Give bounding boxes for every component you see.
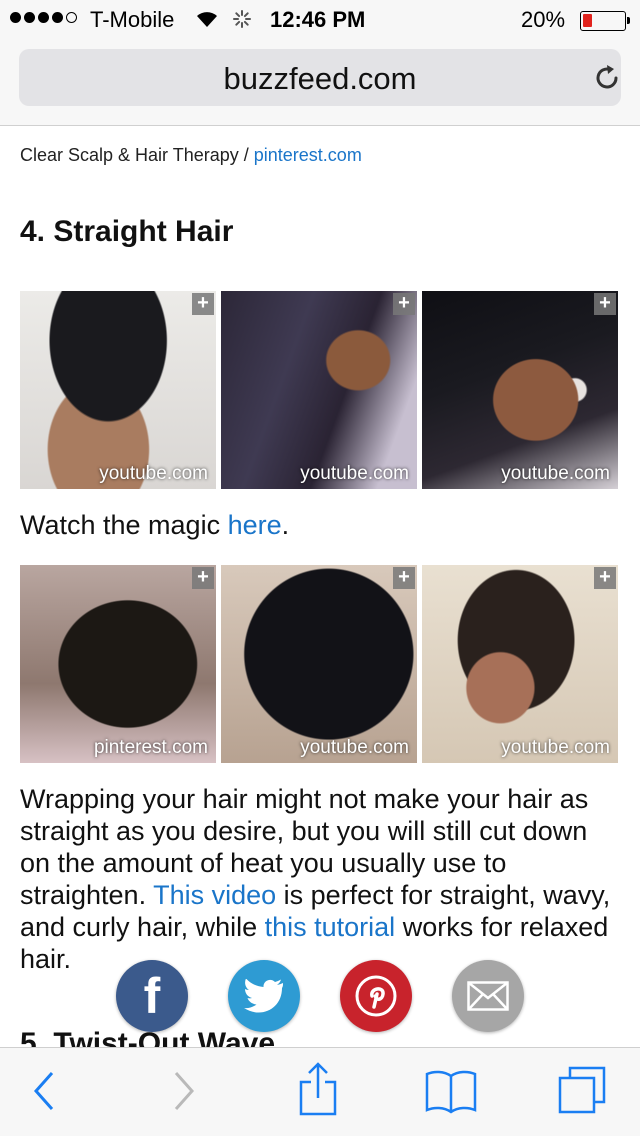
facebook-share-button[interactable]: f — [116, 960, 188, 1032]
this-tutorial-link[interactable]: this tutorial — [265, 912, 396, 942]
carrier-name: T-Mobile — [90, 7, 175, 32]
share-icon[interactable] — [298, 1062, 338, 1116]
image-source: youtube.com — [99, 463, 208, 484]
watch-line: Watch the magic here. — [20, 510, 290, 540]
url-text[interactable]: buzzfeed.com — [19, 61, 621, 97]
image-source: pinterest.com — [93, 737, 208, 758]
twitter-icon — [244, 979, 283, 1013]
here-link[interactable]: here — [228, 510, 282, 540]
image-row-1: + youtube.com + youtube.com + youtube.co… — [20, 291, 620, 489]
facebook-icon: f — [143, 968, 161, 1024]
bookmarks-icon[interactable] — [424, 1068, 478, 1114]
clock: 12:46 PM — [270, 7, 366, 32]
add-icon[interactable]: + — [393, 293, 415, 315]
image-source: youtube.com — [501, 463, 610, 484]
pinterest-icon — [355, 975, 397, 1017]
image-tile[interactable]: + pinterest.com — [20, 565, 216, 763]
this-video-link[interactable]: This video — [153, 880, 276, 910]
image-source: youtube.com — [300, 737, 409, 758]
wifi-icon — [197, 12, 217, 27]
twitter-share-button[interactable] — [228, 960, 300, 1032]
image-tile[interactable]: + youtube.com — [422, 291, 618, 489]
reload-icon[interactable] — [592, 63, 622, 93]
status-bar: T-Mobile 12:46 PM 20% — [0, 0, 640, 40]
image-tile[interactable]: + youtube.com — [221, 291, 417, 489]
browser-nav-bar: buzzfeed.com — [0, 40, 640, 126]
add-icon[interactable]: + — [192, 567, 214, 589]
back-icon[interactable] — [32, 1070, 56, 1112]
signal-strength-icon — [10, 12, 77, 23]
tabs-icon[interactable] — [556, 1064, 608, 1116]
address-bar[interactable]: buzzfeed.com — [19, 49, 621, 106]
image-tile[interactable]: + youtube.com — [221, 565, 417, 763]
forward-icon[interactable] — [172, 1070, 196, 1112]
image-row-2: + pinterest.com + youtube.com + youtube.… — [20, 565, 620, 763]
article-content: Clear Scalp & Hair Therapy / pinterest.c… — [0, 127, 640, 1047]
section-heading: 4. Straight Hair — [20, 215, 234, 248]
image-source: youtube.com — [300, 463, 409, 484]
image-caption: Clear Scalp & Hair Therapy / pinterest.c… — [20, 145, 362, 165]
caption-source-link[interactable]: pinterest.com — [254, 145, 362, 165]
pinterest-share-button[interactable] — [340, 960, 412, 1032]
battery-percent: 20% — [521, 7, 566, 32]
add-icon[interactable]: + — [192, 293, 214, 315]
add-icon[interactable]: + — [393, 567, 415, 589]
battery-icon — [580, 11, 630, 31]
image-source: youtube.com — [501, 737, 610, 758]
add-icon[interactable]: + — [594, 567, 616, 589]
email-share-button[interactable] — [452, 960, 524, 1032]
browser-toolbar — [0, 1047, 640, 1136]
loading-spinner-icon — [233, 10, 251, 28]
body-paragraph: Wrapping your hair might not make your h… — [20, 784, 611, 974]
mail-icon — [467, 981, 509, 1011]
image-tile[interactable]: + youtube.com — [422, 565, 618, 763]
add-icon[interactable]: + — [594, 293, 616, 315]
image-tile[interactable]: + youtube.com — [20, 291, 216, 489]
